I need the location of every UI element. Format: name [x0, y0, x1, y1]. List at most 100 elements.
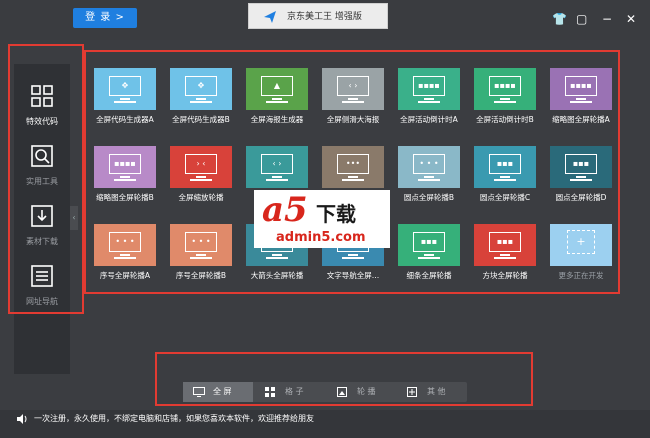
tile-label: 序号全屏轮播B	[175, 271, 227, 280]
tile-label: 圆点全屏轮播C	[479, 193, 531, 202]
template-tile[interactable]: ▪▪▪ 圆点全屏轮播D	[550, 146, 612, 202]
watermark-download: 下载	[316, 202, 356, 226]
maximize-button[interactable]: ▢	[576, 12, 587, 26]
title-bar: 登 录 > 京东美工王 增强版 👕 ▢ − ✕	[0, 0, 650, 40]
paper-plane-icon	[264, 11, 276, 23]
tile-label: 全屏海报生成器	[250, 115, 304, 124]
tab-other[interactable]: 其 他	[397, 382, 467, 402]
monitor-base	[570, 179, 592, 181]
status-bar: 一次注册，永久使用，不绑定电脑和店铺，如果您喜欢本软件，欢迎推荐给朋友	[0, 410, 650, 438]
monitor-neck	[348, 254, 358, 256]
monitor-base	[418, 257, 440, 259]
tile-glyph-icon: ▲	[273, 81, 281, 90]
grid-icon	[265, 387, 275, 397]
monitor-thumbnail: ▪▪▪▪	[94, 146, 156, 188]
watermark-brand: a5	[262, 190, 308, 230]
monitor-neck	[196, 176, 206, 178]
monitor-thumbnail: ▪▪▪	[474, 146, 536, 188]
template-tile[interactable]: ▪▪▪ 方块全屏轮播	[474, 224, 536, 280]
tile-glyph-icon: › ‹	[196, 159, 206, 168]
monitor-neck	[272, 254, 282, 256]
monitor-base	[494, 101, 516, 103]
tab-label: 格 子	[285, 387, 304, 396]
tab-label: 轮 播	[357, 387, 376, 396]
monitor-base	[342, 101, 364, 103]
monitor-thumbnail: ✥	[170, 68, 232, 110]
template-tile[interactable]: ▪▪▪ 细条全屏轮播	[398, 224, 460, 280]
template-tile[interactable]: ▪▪▪▪ 缩略图全屏轮播A	[550, 68, 612, 124]
template-tile[interactable]: › ‹ 全屏缩放轮播	[170, 146, 232, 202]
monitor-base	[190, 179, 212, 181]
monitor-thumbnail: ▪▪▪▪	[398, 68, 460, 110]
monitor-neck	[576, 176, 586, 178]
template-tile[interactable]: ‹ › 全屏侧滑大海报	[322, 68, 384, 124]
template-tile[interactable]: ✥ 全屏代码生成器A	[94, 68, 156, 124]
template-tile[interactable]: + 更多正在开发	[550, 224, 612, 280]
monitor-thumbnail: ▪▪▪	[398, 224, 460, 266]
monitor-base	[418, 179, 440, 181]
tab-grid[interactable]: 格 子	[255, 382, 325, 402]
template-tile[interactable]: ✥ 全屏代码生成器B	[170, 68, 232, 124]
tile-glyph-icon: • • •	[419, 159, 439, 168]
monitor-thumbnail: ▪▪▪▪	[550, 68, 612, 110]
close-button[interactable]: ✕	[626, 12, 636, 26]
plus-icon: +	[567, 230, 595, 254]
tile-label: 大箭头全屏轮播	[250, 271, 304, 280]
monitor-thumbnail: ▲	[246, 68, 308, 110]
tile-label: 文字导航全屏…	[326, 271, 380, 280]
tile-label: 方块全屏轮播	[482, 271, 528, 280]
category-tabs: 全 屏 格 子 轮 播 其 他	[183, 382, 467, 402]
monitor-neck	[120, 98, 130, 100]
monitor-neck	[424, 254, 434, 256]
monitor-base	[494, 179, 516, 181]
tile-label: 全屏代码生成器A	[96, 115, 154, 124]
template-tile[interactable]: • • • 圆点全屏轮播B	[398, 146, 460, 202]
monitor-neck	[348, 98, 358, 100]
tile-glyph-icon: ▪▪▪	[496, 159, 514, 168]
monitor-neck	[424, 98, 434, 100]
monitor-neck	[272, 176, 282, 178]
monitor-neck	[500, 176, 510, 178]
tile-label: 全屏活动倒计时A	[400, 115, 458, 124]
highlight-box-sidebar	[8, 44, 84, 314]
tile-label: 更多正在开发	[558, 271, 604, 280]
tab-fullscreen[interactable]: 全 屏	[183, 382, 253, 402]
image-icon	[337, 387, 347, 397]
tile-label: 全屏代码生成器B	[172, 115, 230, 124]
tile-glyph-icon: ▪▪▪▪	[418, 81, 440, 90]
login-button[interactable]: 登 录 >	[73, 8, 137, 28]
monitor-thumbnail: • • •	[170, 224, 232, 266]
template-tile[interactable]: ▪▪▪▪ 缩略图全屏轮播B	[94, 146, 156, 202]
tile-label: 圆点全屏轮播D	[555, 193, 607, 202]
monitor-base	[418, 101, 440, 103]
move-icon	[407, 387, 417, 397]
monitor-base	[190, 257, 212, 259]
template-tile[interactable]: ▲ 全屏海报生成器	[246, 68, 308, 124]
monitor-base	[266, 101, 288, 103]
monitor-thumbnail: • • •	[94, 224, 156, 266]
skin-shirt-icon[interactable]: 👕	[552, 12, 567, 26]
tile-glyph-icon: ‹ ›	[348, 81, 358, 90]
monitor-base	[114, 101, 136, 103]
minimize-button[interactable]: −	[602, 12, 612, 26]
monitor-thumbnail: ‹ ›	[322, 68, 384, 110]
monitor-neck	[196, 98, 206, 100]
template-tile[interactable]: • • • 序号全屏轮播A	[94, 224, 156, 280]
template-tile[interactable]: ▪▪▪ 圆点全屏轮播C	[474, 146, 536, 202]
app-title: 京东美工王 增强版	[287, 12, 362, 22]
monitor-thumbnail: ▪▪▪▪	[474, 68, 536, 110]
tile-glyph-icon: ▪▪▪▪	[114, 159, 136, 168]
monitor-icon	[193, 387, 205, 397]
tile-glyph-icon: ▪▪▪	[496, 237, 514, 246]
template-tile[interactable]: ▪▪▪▪ 全屏活动倒计时A	[398, 68, 460, 124]
monitor-neck	[120, 176, 130, 178]
template-tile[interactable]: • • • 序号全屏轮播B	[170, 224, 232, 280]
tab-carousel[interactable]: 轮 播	[327, 382, 397, 402]
tile-glyph-icon: • • •	[191, 237, 211, 246]
template-tile[interactable]: ▪▪▪▪ 全屏活动倒计时B	[474, 68, 536, 124]
tab-label: 其 他	[427, 387, 446, 396]
monitor-base	[570, 101, 592, 103]
tile-glyph-icon: •••	[345, 159, 361, 168]
monitor-base	[114, 257, 136, 259]
monitor-neck	[272, 98, 282, 100]
